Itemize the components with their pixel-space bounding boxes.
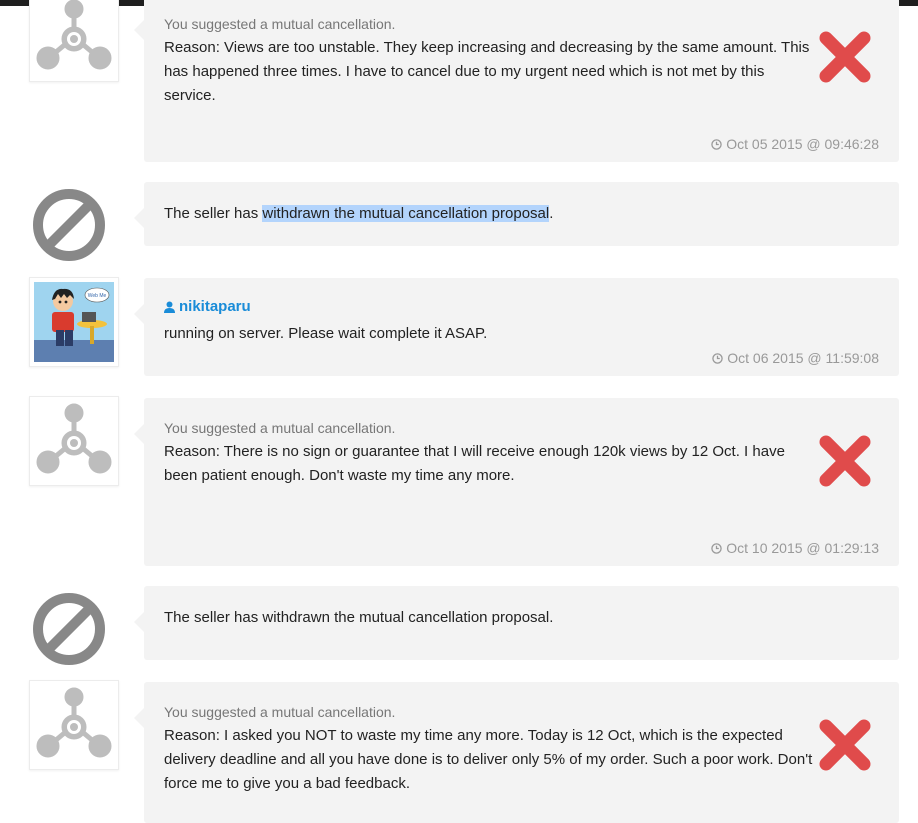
prohibited-icon xyxy=(33,189,105,261)
timestamp-text: Oct 10 2015 @ 01:29:13 xyxy=(726,540,879,556)
user-avatar[interactable]: Web Me xyxy=(29,277,119,367)
clock-icon xyxy=(711,138,722,150)
cancellation-reason: Reason: There is no sign or guarantee th… xyxy=(164,443,785,484)
clock-icon xyxy=(711,542,722,554)
cancellation-reason: Reason: I asked you NOT to waste my time… xyxy=(164,727,813,792)
message-timestamp: Oct 06 2015 @ 11:59:08 xyxy=(712,350,879,366)
username-text: nikitaparu xyxy=(179,298,251,315)
default-avatar-icon xyxy=(36,0,112,70)
cancellation-label: You suggested a mutual cancellation. xyxy=(164,16,396,32)
timestamp-text: Oct 05 2015 @ 09:46:28 xyxy=(726,136,879,152)
default-avatar xyxy=(29,396,119,486)
message-bubble: You suggested a mutual cancellation. Rea… xyxy=(134,682,899,823)
cartoon-avatar-image: Web Me xyxy=(34,282,114,362)
cancellation-reason: Reason: Views are too unstable. They kee… xyxy=(164,39,810,104)
user-message-bubble: nikitaparu running on server. Please wai… xyxy=(134,278,899,376)
default-avatar xyxy=(29,0,119,82)
avatar-bubble-text: Web Me xyxy=(88,293,107,299)
timestamp-text: Oct 06 2015 @ 11:59:08 xyxy=(727,350,879,366)
user-message-text: running on server. Please wait complete … xyxy=(164,325,488,342)
username-link[interactable]: nikitaparu xyxy=(164,298,251,315)
system-message-bubble: The seller has withdrawn the mutual canc… xyxy=(134,586,899,660)
cancellation-label: You suggested a mutual cancellation. xyxy=(164,704,396,720)
prohibited-icon xyxy=(33,593,105,665)
text-part: . xyxy=(549,205,554,222)
system-message-bubble: The seller has withdrawn the mutual canc… xyxy=(134,182,899,246)
x-icon xyxy=(819,435,871,487)
system-message-text: The seller has withdrawn the mutual canc… xyxy=(164,609,554,626)
text-part: The seller has xyxy=(164,205,263,222)
default-avatar-icon xyxy=(36,403,112,474)
x-icon xyxy=(819,31,871,83)
cancellation-label: You suggested a mutual cancellation. xyxy=(164,420,396,436)
message-bubble: You suggested a mutual cancellation. Rea… xyxy=(134,0,899,162)
message-bubble: You suggested a mutual cancellation. Rea… xyxy=(134,398,899,566)
default-avatar-icon xyxy=(36,687,112,758)
selected-text: withdrawn the mutual cancellation propos… xyxy=(262,205,550,222)
clock-icon xyxy=(712,352,723,364)
message-timestamp: Oct 05 2015 @ 09:46:28 xyxy=(711,136,879,152)
message-timestamp: Oct 10 2015 @ 01:29:13 xyxy=(711,540,879,556)
x-icon xyxy=(819,719,871,771)
default-avatar xyxy=(29,680,119,770)
user-icon xyxy=(164,301,175,313)
system-message-text: The seller has withdrawn the mutual canc… xyxy=(164,205,553,222)
